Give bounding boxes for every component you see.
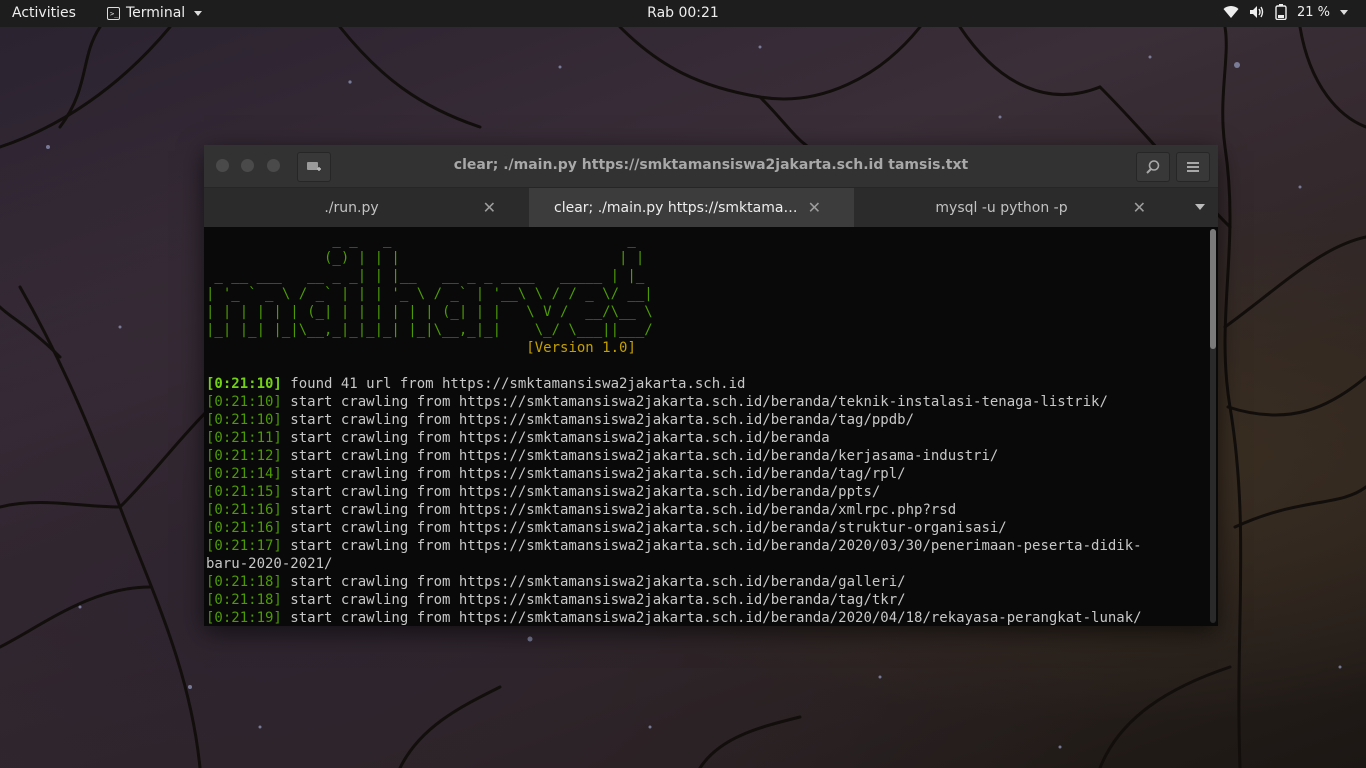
log-message: start crawling from https://smktamansisw… [281, 610, 1142, 626]
log-message: start crawling from https://smktamansisw… [281, 466, 906, 482]
log-line: [0:21:15] start crawling from https://sm… [206, 484, 880, 500]
battery-icon [1275, 4, 1287, 20]
terminal-output[interactable]: _ _ _ _ (_) | | | | | _ __ ___ __ _ _| |… [204, 227, 1218, 626]
log-line: [0:21:12] start crawling from https://sm… [206, 448, 998, 464]
tab-label: ./run.py [324, 199, 379, 216]
tab-bar: ./run.py ✕ clear; ./main.py https://smkt… [204, 188, 1218, 227]
log-timestamp: [0:21:14] [206, 466, 282, 482]
scrollbar-thumb[interactable] [1210, 229, 1216, 349]
log-timestamp: [0:21:16] [206, 520, 282, 536]
log-message: start crawling from https://smktamansisw… [281, 394, 1108, 410]
log-line: [0:21:10] found 41 url from https://smkt… [206, 376, 745, 392]
log-message: start crawling from https://smktamansisw… [281, 430, 830, 446]
menu-button[interactable] [1176, 152, 1210, 182]
terminal-text: _ _ _ _ (_) | | | | | _ __ ___ __ _ _| |… [206, 231, 1142, 626]
ascii-banner-line: _ _ _ _ [206, 232, 645, 248]
log-message: start crawling from https://smktamansisw… [281, 412, 915, 428]
log-message: start crawling from https://smktamansisw… [281, 574, 906, 590]
terminal-window: clear; ./main.py https://smktamansiswa2j… [204, 145, 1218, 626]
search-button[interactable] [1136, 152, 1170, 182]
log-timestamp: [0:21:11] [206, 430, 282, 446]
log-message: start crawling from https://smktamansisw… [281, 502, 957, 518]
system-tray[interactable]: 21 % [1223, 4, 1348, 20]
log-message: baru-2020-2021/ [206, 556, 333, 572]
tab-label: clear; ./main.py https://smktamansiswa2j… [554, 199, 799, 216]
log-line: [0:21:10] start crawling from https://sm… [206, 412, 914, 428]
log-timestamp: [0:21:10] [206, 412, 282, 428]
window-title: clear; ./main.py https://smktamansiswa2j… [453, 157, 969, 173]
close-icon[interactable]: ✕ [483, 198, 496, 217]
chevron-down-icon [1340, 9, 1348, 15]
search-icon [1146, 160, 1160, 174]
tab-main-py[interactable]: clear; ./main.py https://smktamansiswa2j… [529, 188, 854, 227]
log-timestamp: [0:21:10] [206, 376, 282, 392]
ascii-banner-line: (_) | | | | | [206, 250, 645, 266]
new-tab-button[interactable] [297, 152, 331, 182]
activities-button[interactable]: Activities [12, 5, 76, 21]
log-line: [0:21:16] start crawling from https://sm… [206, 502, 956, 518]
log-message: start crawling from https://smktamansisw… [281, 448, 999, 464]
volume-icon [1249, 6, 1264, 18]
log-timestamp: [0:21:17] [206, 538, 282, 554]
log-line: baru-2020-2021/ [206, 556, 332, 572]
log-line: [0:21:18] start crawling from https://sm… [206, 574, 906, 590]
log-line: [0:21:16] start crawling from https://sm… [206, 520, 1007, 536]
tab-mysql[interactable]: mysql -u python -p ✕ [854, 188, 1179, 227]
maximize-window-button[interactable] [267, 159, 280, 172]
log-timestamp: [0:21:18] [206, 574, 282, 590]
ascii-banner-line: | | | | | | (_| | | | | | | (_| | | \ V … [206, 304, 653, 320]
log-timestamp: [0:21:16] [206, 502, 282, 518]
close-icon[interactable]: ✕ [1133, 198, 1146, 217]
hamburger-menu-icon [1187, 162, 1199, 172]
log-line: [0:21:17] start crawling from https://sm… [206, 538, 1142, 554]
tab-list-dropdown[interactable] [1195, 204, 1205, 210]
close-icon[interactable]: ✕ [808, 198, 821, 217]
log-message: start crawling from https://smktamansisw… [281, 484, 881, 500]
ascii-banner-line: | '_ ` _ \ / _` | | | '_ \ / _` | '__\ \… [206, 286, 653, 302]
close-window-button[interactable] [216, 159, 229, 172]
log-line: [0:21:19] start crawling from https://sm… [206, 610, 1142, 626]
version-label: [Version 1.0] [526, 340, 636, 356]
minimize-window-button[interactable] [241, 159, 254, 172]
log-line: [0:21:10] start crawling from https://sm… [206, 394, 1108, 410]
battery-percentage: 21 % [1296, 4, 1330, 20]
log-message: found 41 url from https://smktamansiswa2… [281, 376, 746, 392]
log-line: [0:21:18] start crawling from https://sm… [206, 592, 906, 608]
log-timestamp: [0:21:12] [206, 448, 282, 464]
log-timestamp: [0:21:15] [206, 484, 282, 500]
log-message: start crawling from https://smktamansisw… [281, 538, 1142, 554]
window-titlebar[interactable]: clear; ./main.py https://smktamansiswa2j… [204, 145, 1218, 188]
ascii-banner-line: _ __ ___ __ _ _| | |__ __ _ _ ____ _____… [206, 268, 645, 284]
clock[interactable]: Rab 00:21 [647, 5, 719, 21]
chevron-down-icon [194, 10, 203, 16]
tab-run-py[interactable]: ./run.py ✕ [204, 188, 529, 227]
log-line: [0:21:14] start crawling from https://sm… [206, 466, 906, 482]
top-panel: Activities >_ Terminal Rab 00:21 21 % [0, 0, 1366, 27]
log-message: start crawling from https://smktamansisw… [281, 520, 1007, 536]
wifi-icon [1223, 6, 1239, 19]
log-line: [0:21:11] start crawling from https://sm… [206, 430, 830, 446]
log-timestamp: [0:21:10] [206, 394, 282, 410]
new-tab-icon [307, 162, 321, 171]
log-timestamp: [0:21:19] [206, 610, 282, 626]
log-message: start crawling from https://smktamansisw… [281, 592, 906, 608]
ascii-banner-line: |_| |_| |_|\__,_|_|_|_| |_|\__,_|_| \_/ … [206, 322, 653, 338]
app-menu[interactable]: >_ Terminal [107, 5, 203, 21]
log-timestamp: [0:21:18] [206, 592, 282, 608]
app-menu-label: Terminal [126, 5, 186, 21]
terminal-app-icon: >_ [107, 6, 120, 20]
tab-label: mysql -u python -p [935, 199, 1068, 216]
